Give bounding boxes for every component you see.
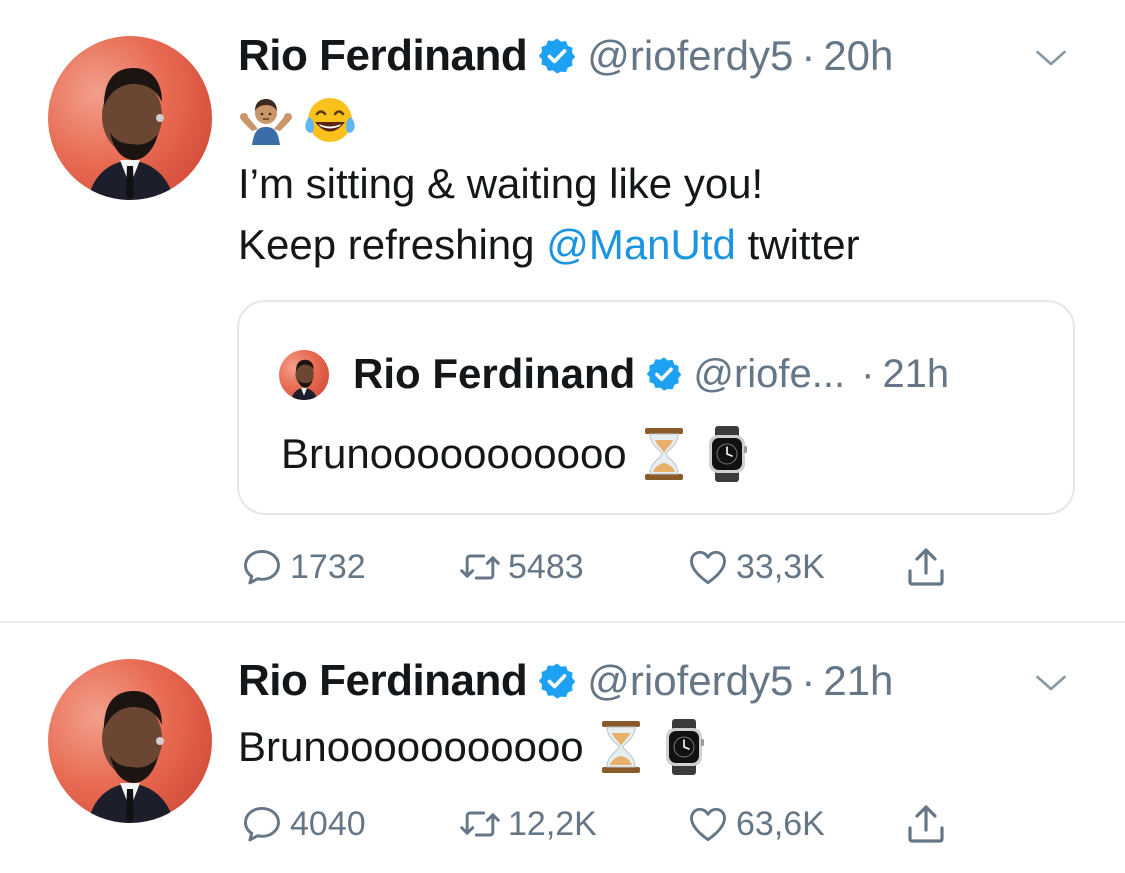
like-icon bbox=[690, 807, 726, 842]
retweet-button[interactable]: 12,2K bbox=[458, 799, 597, 849]
mention-link[interactable]: @ManUtd bbox=[546, 221, 736, 268]
reply-icon bbox=[244, 549, 280, 585]
caret-down-icon[interactable] bbox=[1033, 665, 1069, 701]
avatar[interactable] bbox=[48, 36, 212, 200]
like-button[interactable]: 33,3K bbox=[686, 542, 825, 592]
like-count: 33,3K bbox=[736, 547, 825, 586]
quoted-avatar bbox=[279, 350, 329, 400]
reply-button[interactable]: 4040 bbox=[240, 799, 366, 849]
retweet-icon bbox=[460, 554, 500, 580]
tweet-text-line: I’m sitting & waiting like you! bbox=[238, 160, 764, 207]
text-segment: twitter bbox=[735, 221, 860, 268]
author-handle[interactable]: @rioferdy5 bbox=[587, 657, 793, 705]
verified-badge-icon bbox=[647, 357, 682, 391]
quoted-timestamp: 21h bbox=[882, 351, 950, 396]
tweet-text-content: Brunooooooooooo bbox=[238, 723, 584, 770]
share-icon bbox=[908, 548, 944, 586]
verified-badge-icon bbox=[539, 663, 576, 699]
tears-of-joy-emoji bbox=[305, 98, 355, 142]
retweet-count: 12,2K bbox=[508, 804, 597, 843]
person-shrugging-emoji bbox=[240, 99, 292, 145]
tweet[interactable]: Rio Ferdinand @rioferdy5 · 20h I’m sitti… bbox=[0, 0, 1125, 622]
like-button[interactable]: 63,6K bbox=[686, 799, 825, 849]
profile-photo bbox=[88, 68, 174, 200]
watch-emoji bbox=[665, 719, 704, 775]
tweet-header: Rio Ferdinand @rioferdy5 · 20h bbox=[238, 26, 893, 86]
separator-dot: · bbox=[801, 32, 816, 79]
watch-emoji bbox=[708, 426, 747, 482]
retweet-icon bbox=[460, 811, 500, 837]
hourglass-emoji bbox=[644, 428, 683, 480]
retweet-button[interactable]: 5483 bbox=[458, 542, 584, 592]
tweet-text: Brunooooooooooo bbox=[238, 717, 706, 777]
reply-count: 4040 bbox=[290, 804, 366, 843]
caret-down-icon[interactable] bbox=[1033, 40, 1069, 76]
timestamp[interactable]: 21h bbox=[823, 657, 893, 705]
separator-dot: · bbox=[801, 657, 816, 704]
tweet[interactable]: Rio Ferdinand @rioferdy5 · 21h Brunooooo… bbox=[0, 623, 1125, 873]
quoted-tweet-text: Brunooooooooooo bbox=[281, 424, 749, 484]
retweet-count: 5483 bbox=[508, 547, 584, 586]
reply-icon bbox=[244, 806, 280, 842]
profile-photo bbox=[88, 691, 174, 823]
tweet-header: Rio Ferdinand @rioferdy5 · 21h bbox=[238, 651, 893, 711]
quoted-author-handle: @riofe... bbox=[693, 351, 846, 396]
avatar[interactable] bbox=[48, 659, 212, 823]
quoted-header: Rio Ferdinand @riofe... · 21h bbox=[353, 344, 949, 404]
reply-button[interactable]: 1732 bbox=[240, 542, 366, 592]
tweet-text-line: Keep refreshing @ManUtd twitter bbox=[238, 215, 860, 275]
reply-count: 1732 bbox=[290, 547, 366, 586]
share-button[interactable] bbox=[902, 542, 956, 592]
verified-badge-icon bbox=[539, 38, 576, 74]
tweet-actions: 4040 12,2K 63,6K bbox=[240, 799, 960, 849]
text-segment: Keep refreshing bbox=[238, 221, 547, 268]
emoji-line bbox=[238, 95, 358, 145]
like-icon bbox=[690, 550, 726, 585]
author-name[interactable]: Rio Ferdinand bbox=[238, 31, 528, 81]
share-icon bbox=[908, 805, 944, 843]
tweet-actions: 1732 5483 33,3K bbox=[240, 542, 960, 592]
quoted-author-name: Rio Ferdinand bbox=[353, 350, 636, 397]
timestamp[interactable]: 20h bbox=[823, 32, 893, 80]
profile-photo bbox=[291, 359, 318, 400]
separator-dot: · bbox=[861, 351, 875, 396]
hourglass-emoji bbox=[601, 721, 640, 773]
share-button[interactable] bbox=[902, 799, 956, 849]
quoted-tweet[interactable]: Rio Ferdinand @riofe... · 21h Brunoooooo… bbox=[237, 300, 1075, 515]
author-handle[interactable]: @rioferdy5 bbox=[587, 32, 793, 80]
author-name[interactable]: Rio Ferdinand bbox=[238, 656, 528, 706]
like-count: 63,6K bbox=[736, 804, 825, 843]
quoted-text: Brunooooooooooo bbox=[281, 430, 627, 477]
